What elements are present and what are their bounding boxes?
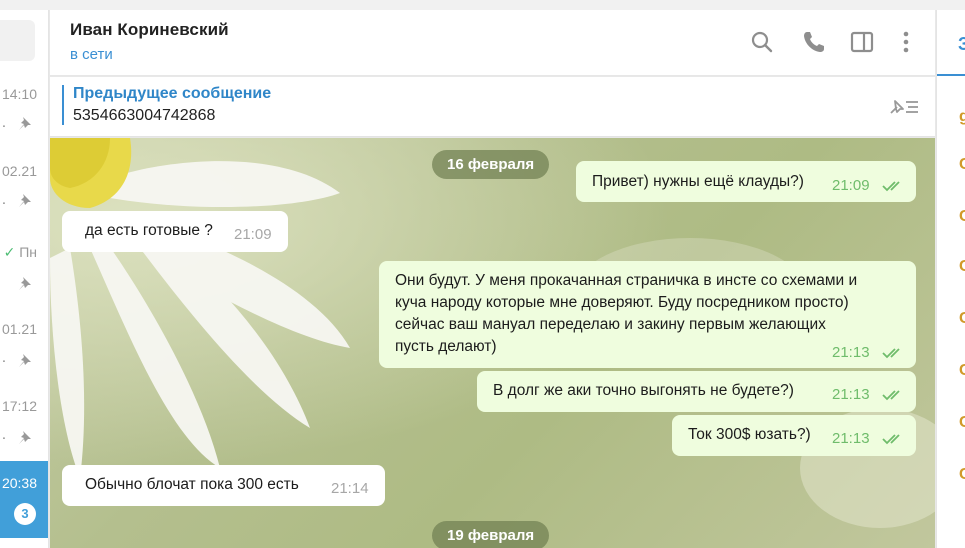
panel-item-icon[interactable]: C — [959, 362, 965, 382]
panel-item-icon[interactable]: C — [959, 310, 965, 330]
chat-header: Иван Кориневский в сети — [50, 10, 935, 76]
message-text: Привет) нужны ещё клауды?) — [592, 173, 804, 190]
phone-icon[interactable] — [801, 29, 827, 55]
outgoing-message[interactable]: Они будут. У меня прокачанная страничка … — [379, 261, 916, 368]
chat-time: ✓ Пн — [3, 244, 37, 260]
chat-preview: . — [1, 114, 6, 131]
message-line: сейчас ваш мануал переделаю и закину пер… — [395, 316, 826, 333]
chat-preview: . — [1, 426, 6, 443]
chat-time: 14:10 — [1, 86, 37, 102]
message-text: Обычно блочат пока 300 есть — [85, 476, 299, 493]
pinned-list-icon[interactable] — [887, 95, 921, 119]
message-text: да есть готовые ? — [85, 222, 213, 239]
panel-item-icon[interactable]: C — [959, 156, 965, 176]
chat-list-item[interactable]: 02.21 . — [0, 163, 48, 240]
chat-time: 02.21 — [1, 163, 37, 179]
chat-preview: . — [1, 191, 6, 208]
pin-icon — [19, 354, 31, 367]
pin-icon — [19, 117, 31, 130]
chat-list-item[interactable]: 17:12 . — [0, 394, 48, 471]
message-line: пусть делают) — [395, 338, 497, 355]
message-time: 21:13 — [832, 430, 870, 447]
pinned-title: Предыдущее сообщение — [73, 85, 272, 102]
message-time: 21:09 — [234, 226, 272, 243]
date-separator: 19 февраля — [432, 521, 550, 548]
read-check-icon: ✓ — [3, 244, 16, 260]
incoming-message[interactable]: Обычно блочат пока 300 есть 21:14 — [62, 465, 385, 506]
contact-name[interactable]: Иван Кориневский — [70, 20, 229, 40]
right-panel-tab[interactable]: З — [937, 10, 965, 76]
message-time: 21:14 — [331, 480, 369, 497]
tab-label: З — [958, 34, 965, 55]
chat-preview: . — [1, 349, 6, 366]
incoming-message[interactable]: да есть готовые ? 21:09 — [62, 211, 288, 252]
chat-time: 17:12 — [1, 398, 37, 414]
outgoing-message[interactable]: Ток 300$ юзать?) 21:13 — [672, 415, 916, 456]
message-text: В долг же аки точно выгонять не будете?) — [493, 382, 794, 399]
chat-list-item[interactable]: 01.21 . — [0, 317, 48, 394]
panel-item-icon[interactable]: C — [959, 258, 965, 278]
unread-badge: 3 — [14, 503, 36, 525]
pinned-text: 5354663004742868 — [73, 107, 216, 124]
pin-icon — [19, 277, 31, 290]
date-separator: 16 февраля — [432, 150, 550, 179]
message-time: 21:09 — [832, 177, 870, 194]
message-time: 21:13 — [832, 344, 870, 361]
pinned-accent-bar — [62, 85, 64, 125]
message-area[interactable]: 16 февраля Привет) нужны ещё клауды?) 21… — [50, 138, 935, 548]
message-text: Ток 300$ юзать?) — [688, 426, 811, 443]
message-line: куча народу которые мне доверяют. Буду п… — [395, 294, 849, 311]
outgoing-message[interactable]: В долг же аки точно выгонять не будете?)… — [477, 371, 916, 412]
chat-list-item-active[interactable]: 20:38 3 — [0, 461, 48, 538]
pin-icon — [19, 431, 31, 444]
read-check-icon — [882, 181, 900, 192]
panel-item-icon[interactable]: C — [959, 414, 965, 434]
chat-time: 20:38 — [1, 475, 37, 491]
chat-time: 01.21 — [1, 321, 37, 337]
chat-search-box[interactable] — [0, 20, 35, 61]
read-check-icon — [882, 348, 900, 359]
sidebar-toggle-icon[interactable] — [849, 29, 875, 55]
panel-item-icon[interactable]: C — [959, 208, 965, 228]
read-check-icon — [882, 390, 900, 401]
outgoing-message[interactable]: Привет) нужны ещё клауды?) 21:09 — [576, 161, 916, 202]
message-text: Они будут. У меня прокачанная страничка … — [395, 270, 857, 358]
panel-item-icon[interactable]: C — [959, 466, 965, 486]
contact-status: в сети — [70, 46, 113, 63]
message-line: Они будут. У меня прокачанная страничка … — [395, 272, 858, 289]
window-top-strip — [0, 0, 965, 10]
pinned-message-bar[interactable]: Предыдущее сообщение 5354663004742868 — [50, 77, 935, 137]
more-vertical-icon[interactable] — [893, 29, 919, 55]
chat-list-panel: 14:10 . 02.21 . ✓ Пн 01.21 . 17:12 . 20:… — [0, 10, 49, 548]
read-check-icon — [882, 434, 900, 445]
message-time: 21:13 — [832, 386, 870, 403]
search-icon[interactable] — [749, 29, 775, 55]
pin-icon — [19, 194, 31, 207]
chat-list-item[interactable]: 14:10 . — [0, 86, 48, 163]
chat-list-item[interactable]: ✓ Пн — [0, 240, 48, 317]
right-panel: З g C C C C C C C — [936, 10, 965, 548]
panel-item-icon[interactable]: g — [959, 108, 965, 128]
